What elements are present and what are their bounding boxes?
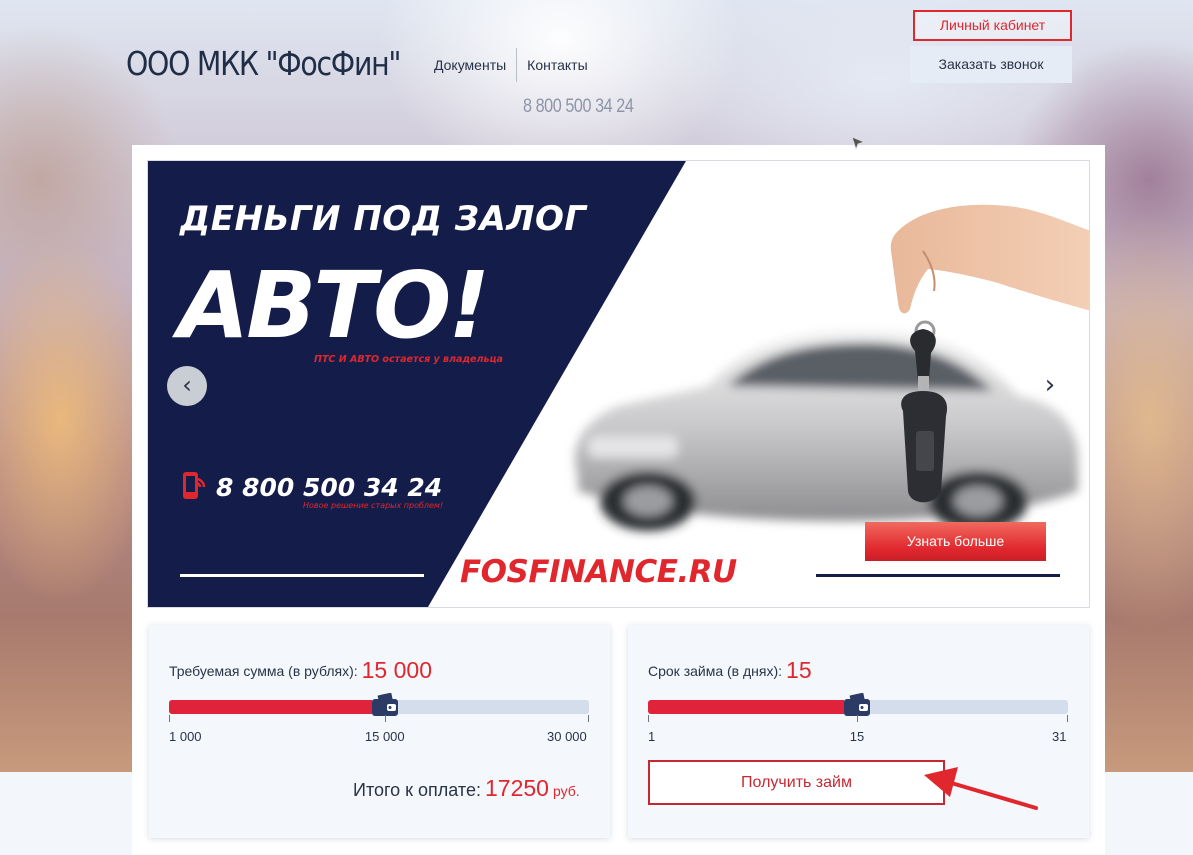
car-keys-illustration	[574, 204, 1089, 531]
mouse-cursor-icon	[851, 136, 865, 150]
chevron-left-icon: ‹	[182, 371, 192, 399]
slide-phone: 8 800 500 34 24	[216, 473, 443, 502]
amount-calculator: Требуемая сумма (в рублях): 15 000 1 000 …	[149, 625, 610, 838]
term-tick-max	[1067, 715, 1068, 722]
slide-big-title: АВТО!	[178, 252, 490, 359]
slide-subline: ПТС И АВТО остается у владельца	[314, 354, 503, 365]
nav-documents[interactable]: Документы	[424, 48, 516, 82]
main-nav: Документы Контакты	[424, 48, 598, 82]
learn-more-button[interactable]: Узнать больше	[865, 522, 1046, 561]
slide-divider-left	[180, 574, 424, 577]
total-label: Итого к оплате:	[353, 780, 481, 800]
amount-min-label: 1 000	[169, 729, 202, 744]
term-min-label: 1	[648, 729, 656, 744]
amount-label-row: Требуемая сумма (в рублях): 15 000	[169, 657, 432, 684]
term-label: Срок займа (в днях):	[648, 663, 783, 679]
amount-max-label: 30 000	[547, 729, 587, 744]
promo-slider: ДЕНЬГИ ПОД ЗАЛОГ АВТО! ПТС И АВТО остает…	[147, 160, 1090, 608]
amount-tick-max	[588, 715, 589, 722]
term-max-label: 31	[1052, 729, 1067, 744]
slider-next-button[interactable]: ›	[1037, 366, 1063, 406]
term-slider-fill	[648, 700, 844, 714]
total-row: Итого к оплате: 17250 руб.	[353, 775, 580, 802]
term-slider-thumb-wallet-icon[interactable]	[842, 693, 872, 717]
nav-contacts[interactable]: Контакты	[517, 48, 597, 82]
total-currency: руб.	[552, 783, 580, 799]
amount-label: Требуемая сумма (в рублях):	[169, 663, 358, 679]
amount-tick-mid	[384, 715, 386, 722]
term-label-row: Срок займа (в днях): 15	[648, 657, 812, 684]
term-tick-mid	[857, 715, 858, 722]
personal-account-button[interactable]: Личный кабинет	[913, 10, 1072, 41]
term-tick-min	[648, 715, 649, 722]
term-mid-label: 15	[849, 729, 865, 744]
term-value: 15	[786, 657, 812, 683]
phone-icon	[183, 472, 206, 499]
amount-slider-fill	[169, 700, 372, 714]
slide-divider-right	[816, 574, 1060, 577]
request-call-button[interactable]: Заказать звонок	[910, 46, 1072, 83]
slide-phone-tagline: Новое решение старых проблем!	[303, 501, 444, 510]
slider-prev-button[interactable]: ‹	[167, 366, 207, 406]
site-logo[interactable]: ООО МКК "ФосФин"	[126, 44, 401, 83]
total-value: 17250	[484, 775, 549, 801]
get-loan-button[interactable]: Получить займ	[648, 760, 945, 805]
amount-mid-label: 15 000	[364, 729, 405, 744]
amount-tick-min	[169, 715, 170, 722]
header-phone[interactable]: 8 800 500 34 24	[523, 96, 634, 118]
red-pointer-arrow-icon	[924, 767, 1038, 810]
amount-value: 15 000	[361, 657, 432, 683]
amount-slider-thumb-wallet-icon[interactable]	[370, 693, 400, 717]
slide-site-name: FOSFINANCE.RU	[460, 554, 737, 590]
chevron-right-icon: ›	[1044, 370, 1056, 400]
slide-headline: ДЕНЬГИ ПОД ЗАЛОГ	[180, 199, 587, 239]
